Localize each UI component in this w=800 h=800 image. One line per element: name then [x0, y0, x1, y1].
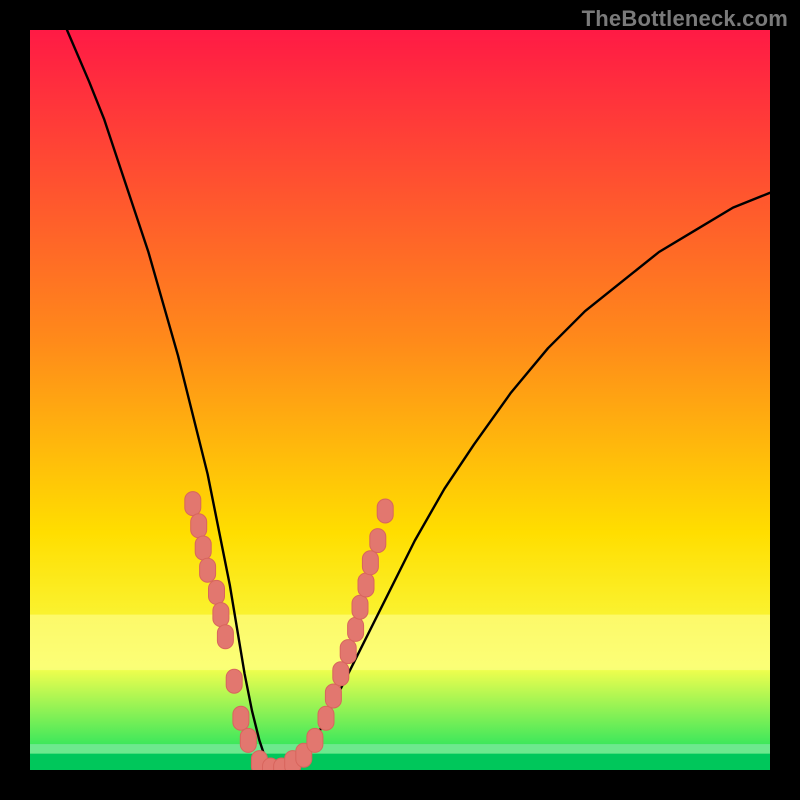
curve-marker [195, 536, 211, 560]
curve-marker [370, 529, 386, 553]
chart-frame: TheBottleneck.com [0, 0, 800, 800]
curve-marker [318, 706, 334, 730]
curve-marker [352, 595, 368, 619]
curve-marker [358, 573, 374, 597]
watermark-label: TheBottleneck.com [582, 6, 788, 32]
curve-marker [217, 625, 233, 649]
bottleneck-chart [30, 30, 770, 770]
band-dark-green [30, 754, 770, 770]
band-pale-yellow [30, 615, 770, 671]
curve-marker [307, 728, 323, 752]
curve-marker [191, 514, 207, 538]
curve-marker [348, 617, 364, 641]
curve-marker [325, 684, 341, 708]
curve-marker [362, 551, 378, 575]
curve-marker [377, 499, 393, 523]
plot-area [30, 30, 770, 770]
curve-marker [226, 669, 242, 693]
curve-marker [333, 662, 349, 686]
curve-marker [213, 603, 229, 627]
band-light-green [30, 744, 770, 754]
curve-marker [209, 580, 225, 604]
curve-marker [240, 728, 256, 752]
curve-marker [340, 640, 356, 664]
curve-marker [233, 706, 249, 730]
curve-marker [185, 492, 201, 516]
curve-marker [200, 558, 216, 582]
